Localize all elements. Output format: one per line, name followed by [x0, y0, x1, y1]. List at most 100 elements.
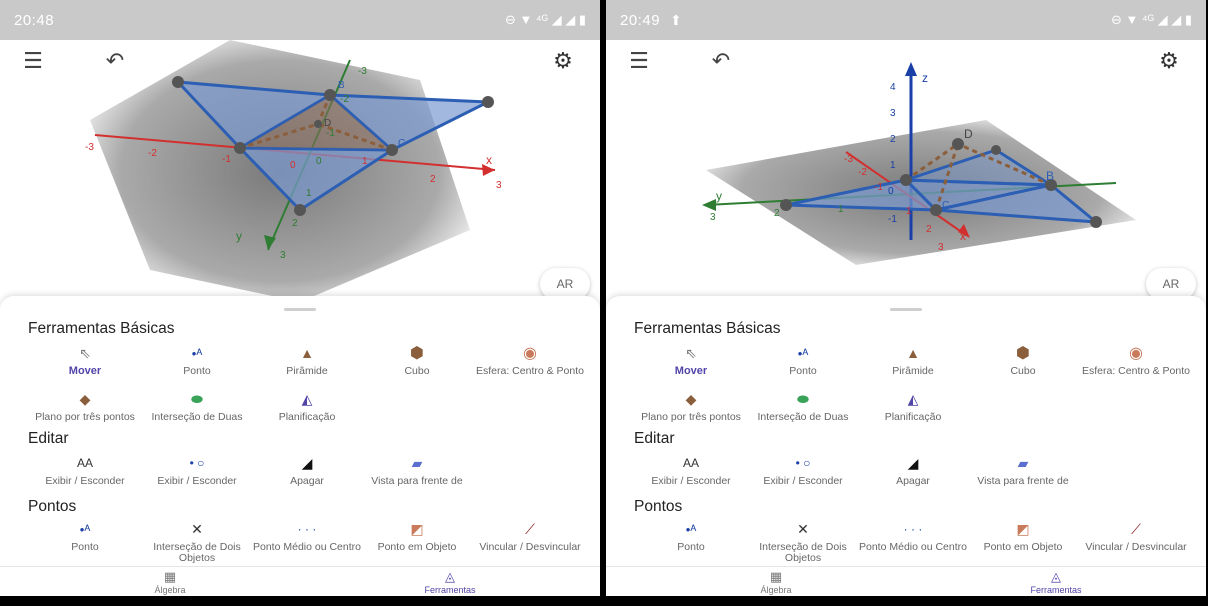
section-title-edit: Editar	[634, 430, 675, 447]
vertex[interactable]	[294, 204, 306, 216]
tool-show-hide-label[interactable]: AA Exibir / Esconder	[30, 452, 140, 487]
midpoint-icon: · · ·	[297, 522, 317, 536]
gear-icon[interactable]: ⚙	[1154, 48, 1184, 74]
nav-tools[interactable]: ◬ Ferramentas	[390, 569, 510, 595]
tool-point-on-object[interactable]: ◩ Ponto em Objeto	[362, 518, 472, 553]
nav-algebra[interactable]: ▦ Álgebra	[110, 569, 230, 595]
y-tick-label: -2	[340, 94, 349, 105]
tool-view-in-front[interactable]: ▰ Vista para frente de	[362, 452, 472, 487]
tool-net[interactable]: ◭ Planificação	[858, 388, 968, 423]
x-tick-label: -3	[85, 142, 94, 153]
tool-attach-detach[interactable]: ⟋ Vincular / Desvincular	[1081, 518, 1191, 553]
tool-intersect[interactable]: ✕ Interseção de Dois Objetos	[142, 518, 252, 564]
undo-icon[interactable]: ↶	[706, 48, 736, 74]
vertex[interactable]	[780, 199, 792, 211]
tool-label: Vincular / Desvincular	[1085, 541, 1187, 553]
tools-panel: Ferramentas Básicas ⇖ Mover •ᴬ Ponto ▲ P…	[606, 296, 1206, 566]
y-axis-label: y	[716, 189, 722, 203]
x-tick-label: 2	[926, 224, 932, 235]
vertex[interactable]	[234, 142, 246, 154]
tool-show-hide-label[interactable]: AA Exibir / Esconder	[636, 452, 746, 487]
section-title-points: Pontos	[28, 498, 77, 515]
x-tick-label: 3	[938, 242, 944, 253]
undo-icon[interactable]: ↶	[100, 48, 130, 74]
tool-point[interactable]: •ᴬ Ponto	[748, 342, 858, 377]
tool-label: Planificação	[884, 411, 942, 423]
system-icons: ⊖ ▼ ⁴ᴳ ◢ ◢ ▮	[1110, 12, 1192, 27]
tool-intersect-surfaces[interactable]: ⬬ Interseção de Duas	[142, 388, 252, 423]
nav-label: Ferramentas	[1030, 585, 1082, 595]
label-icon: AA	[76, 456, 93, 470]
tool-delete[interactable]: ◢ Apagar	[252, 452, 362, 487]
vertex[interactable]	[900, 174, 912, 186]
tool-view-in-front[interactable]: ▰ Vista para frente de	[968, 452, 1078, 487]
tool-midpoint[interactable]: · · · Ponto Médio ou Centro	[252, 518, 362, 553]
y-tick-label: 3	[280, 250, 286, 261]
point-on-object-icon: ◩	[1016, 520, 1030, 537]
tool-intersect-surfaces[interactable]: ⬬ Interseção de Duas	[748, 388, 858, 423]
cursor-icon: ⇖	[685, 344, 697, 361]
y-tick-label: 1	[306, 188, 312, 199]
vertex[interactable]	[172, 76, 184, 88]
tool-pyramid[interactable]: ▲ Pirâmide	[858, 342, 968, 377]
drag-handle[interactable]	[284, 308, 316, 311]
tool-net[interactable]: ◭ Planificação	[252, 388, 362, 423]
tool-point-2[interactable]: •ᴬ Ponto	[30, 518, 140, 553]
system-nav-bar	[0, 596, 600, 606]
sphere-icon: ◉	[523, 345, 537, 362]
graphics-3d-view[interactable]: B C D -3 -2 -1 0 1 2 3 x -3 -2 -1 0 1 2 …	[0, 40, 600, 302]
tool-intersect[interactable]: ✕ Interseção de Dois Objetos	[748, 518, 858, 564]
tool-point-on-object[interactable]: ◩ Ponto em Objeto	[968, 518, 1078, 553]
vertex[interactable]	[482, 96, 494, 108]
z-tick-label: 3	[890, 108, 896, 119]
tool-sphere[interactable]: ◉ Esfera: Centro & Ponto	[1081, 342, 1191, 377]
screenshot-left: 20:48 ⊖ ▼ ⁴ᴳ ◢ ◢ ▮ B C D -3 -2 -1 0 1 2 …	[0, 0, 600, 606]
cursor-icon: ⇖	[79, 344, 91, 361]
tool-label: Exibir / Esconder	[45, 475, 125, 487]
vertex[interactable]	[1090, 216, 1102, 228]
tool-show-hide-object[interactable]: • ○ Exibir / Esconder	[748, 452, 858, 487]
tool-label: Cubo	[404, 365, 430, 377]
tool-midpoint[interactable]: · · · Ponto Médio ou Centro	[858, 518, 968, 553]
vertex[interactable]	[952, 138, 964, 150]
vertex[interactable]	[324, 89, 336, 101]
system-icons: ⊖ ▼ ⁴ᴳ ◢ ◢ ▮	[504, 12, 586, 27]
tool-label: Vista para frente de	[977, 475, 1069, 487]
tool-point[interactable]: •ᴬ Ponto	[142, 342, 252, 377]
tool-sphere[interactable]: ◉ Esfera: Centro & Ponto	[475, 342, 585, 377]
drag-handle[interactable]	[890, 308, 922, 311]
tool-delete[interactable]: ◢ Apagar	[858, 452, 968, 487]
x-tick-label: -1	[222, 154, 231, 165]
menu-icon[interactable]: ☰	[18, 48, 48, 74]
tool-plane-three-points[interactable]: ◆ Plano por três pontos	[30, 388, 140, 423]
point-icon: •ᴬ	[79, 521, 91, 537]
tool-label: Ponto em Objeto	[983, 541, 1063, 553]
tool-cube[interactable]: ⬢ Cubo	[968, 342, 1078, 377]
tool-label: Interseção de Dois Objetos	[153, 541, 241, 564]
vertex[interactable]	[930, 204, 942, 216]
tool-pyramid[interactable]: ▲ Pirâmide	[252, 342, 362, 377]
tool-point-2[interactable]: •ᴬ Ponto	[636, 518, 746, 553]
vertex[interactable]	[386, 144, 398, 156]
tool-label: Ponto em Objeto	[377, 541, 457, 553]
point-icon: •ᴬ	[685, 521, 697, 537]
status-time: 20:49	[620, 11, 661, 29]
nav-algebra[interactable]: ▦ Álgebra	[716, 569, 836, 595]
eraser-icon: ◢	[301, 454, 313, 471]
nav-tools[interactable]: ◬ Ferramentas	[996, 569, 1116, 595]
tool-plane-three-points[interactable]: ◆ Plano por três pontos	[636, 388, 746, 423]
menu-icon[interactable]: ☰	[624, 48, 654, 74]
x-tick-label: 1	[906, 206, 912, 217]
gear-icon[interactable]: ⚙	[548, 48, 578, 74]
y-tick-label: 0	[316, 156, 322, 167]
tool-move[interactable]: ⇖ Mover	[636, 342, 746, 377]
tool-cube[interactable]: ⬢ Cubo	[362, 342, 472, 377]
tool-show-hide-object[interactable]: • ○ Exibir / Esconder	[142, 452, 252, 487]
tool-attach-detach[interactable]: ⟋ Vincular / Desvincular	[475, 518, 585, 553]
x-tick-label: 3	[496, 180, 502, 191]
graphics-3d-view[interactable]: B C D -1 0 1 2 3 4 z -3 -2 -1 1 2 3 x 1 …	[606, 40, 1206, 302]
tool-move[interactable]: ⇖ Mover	[30, 342, 140, 377]
tool-label: Interseção de Duas	[757, 411, 849, 423]
vertex[interactable]	[991, 145, 1001, 155]
vertex[interactable]	[314, 120, 322, 128]
